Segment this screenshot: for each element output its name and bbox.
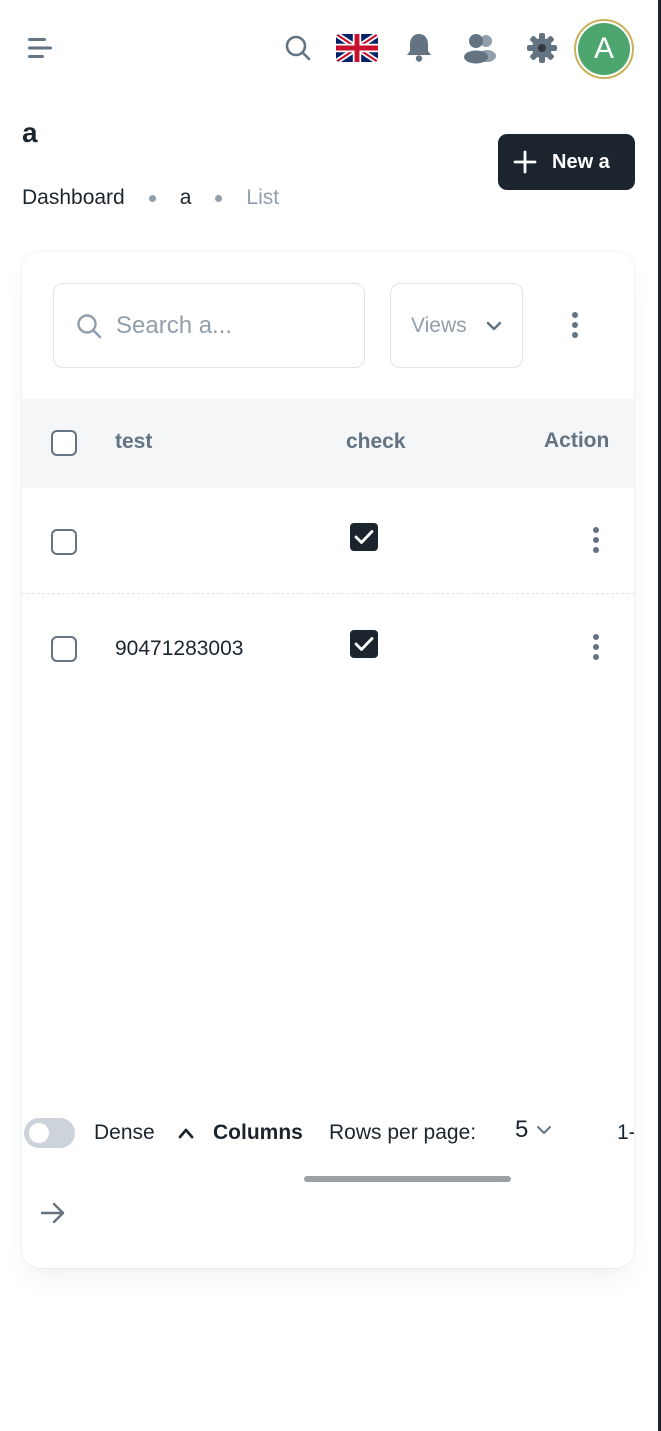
rows-per-page-label: Rows per page: [329, 1121, 477, 1144]
pagination-range: 1- [617, 1121, 634, 1144]
row-more-icon[interactable] [581, 522, 611, 558]
avatar[interactable]: A [574, 19, 634, 79]
new-a-button[interactable]: New a [498, 134, 635, 190]
avatar-letter: A [578, 23, 630, 75]
column-header-test[interactable]: test [115, 430, 152, 454]
search-icon[interactable] [280, 30, 316, 66]
row-more-icon[interactable] [581, 629, 611, 665]
breadcrumb-separator [148, 194, 156, 202]
table-footer: Dense Columns Rows per page: 5 1- [22, 1114, 634, 1154]
more-options-icon[interactable] [559, 307, 591, 343]
columns-label: Columns [213, 1121, 303, 1144]
contacts-icon[interactable] [460, 28, 500, 68]
chevron-up-icon [178, 1128, 194, 1139]
breadcrumb-dashboard[interactable]: Dashboard [22, 186, 125, 210]
dense-label: Dense [94, 1121, 155, 1144]
search-icon [77, 313, 102, 338]
new-a-button-label: New a [552, 150, 610, 173]
dense-toggle-knob [29, 1123, 49, 1143]
chevron-down-icon [486, 321, 501, 330]
row-checkbox[interactable] [51, 636, 77, 662]
top-bar: A [0, 0, 658, 96]
search-field[interactable] [53, 283, 365, 368]
menu-icon[interactable] [22, 30, 58, 66]
table-header: test check Action [22, 399, 634, 488]
breadcrumb-list: List [246, 186, 280, 209]
horizontal-scrollbar[interactable] [304, 1176, 511, 1182]
page-title: a [22, 117, 38, 148]
breadcrumb-a[interactable]: a [180, 186, 192, 210]
column-header-action: Action [544, 429, 610, 452]
views-select[interactable]: Views [390, 283, 523, 368]
arrow-right-icon [40, 1202, 65, 1224]
check-checked-icon [350, 630, 378, 658]
plus-icon [513, 150, 537, 174]
views-label: Views [411, 313, 467, 337]
select-all-checkbox[interactable] [51, 430, 77, 456]
chevron-down-icon [537, 1126, 552, 1134]
breadcrumb: Dashboard a List [22, 184, 279, 212]
dense-toggle[interactable] [24, 1118, 75, 1148]
rows-per-page-value: 5 [515, 1116, 529, 1143]
columns-button[interactable]: Columns [177, 1118, 303, 1148]
table-row[interactable]: 90471283003 [22, 595, 634, 701]
list-card: Views test check Action [22, 252, 634, 1268]
row-checkbox[interactable] [51, 529, 77, 555]
table-row[interactable] [22, 488, 634, 594]
cell-test: 90471283003 [115, 637, 244, 660]
bell-icon[interactable] [400, 28, 438, 66]
search-input[interactable] [116, 311, 336, 340]
column-header-check[interactable]: check [346, 430, 406, 454]
rows-per-page-select[interactable]: 5 [515, 1116, 552, 1144]
next-page-button[interactable] [36, 1196, 70, 1230]
gear-icon[interactable] [522, 28, 562, 68]
breadcrumb-separator [215, 194, 223, 202]
check-checked-icon [350, 523, 378, 551]
uk-flag-icon[interactable] [336, 30, 378, 66]
